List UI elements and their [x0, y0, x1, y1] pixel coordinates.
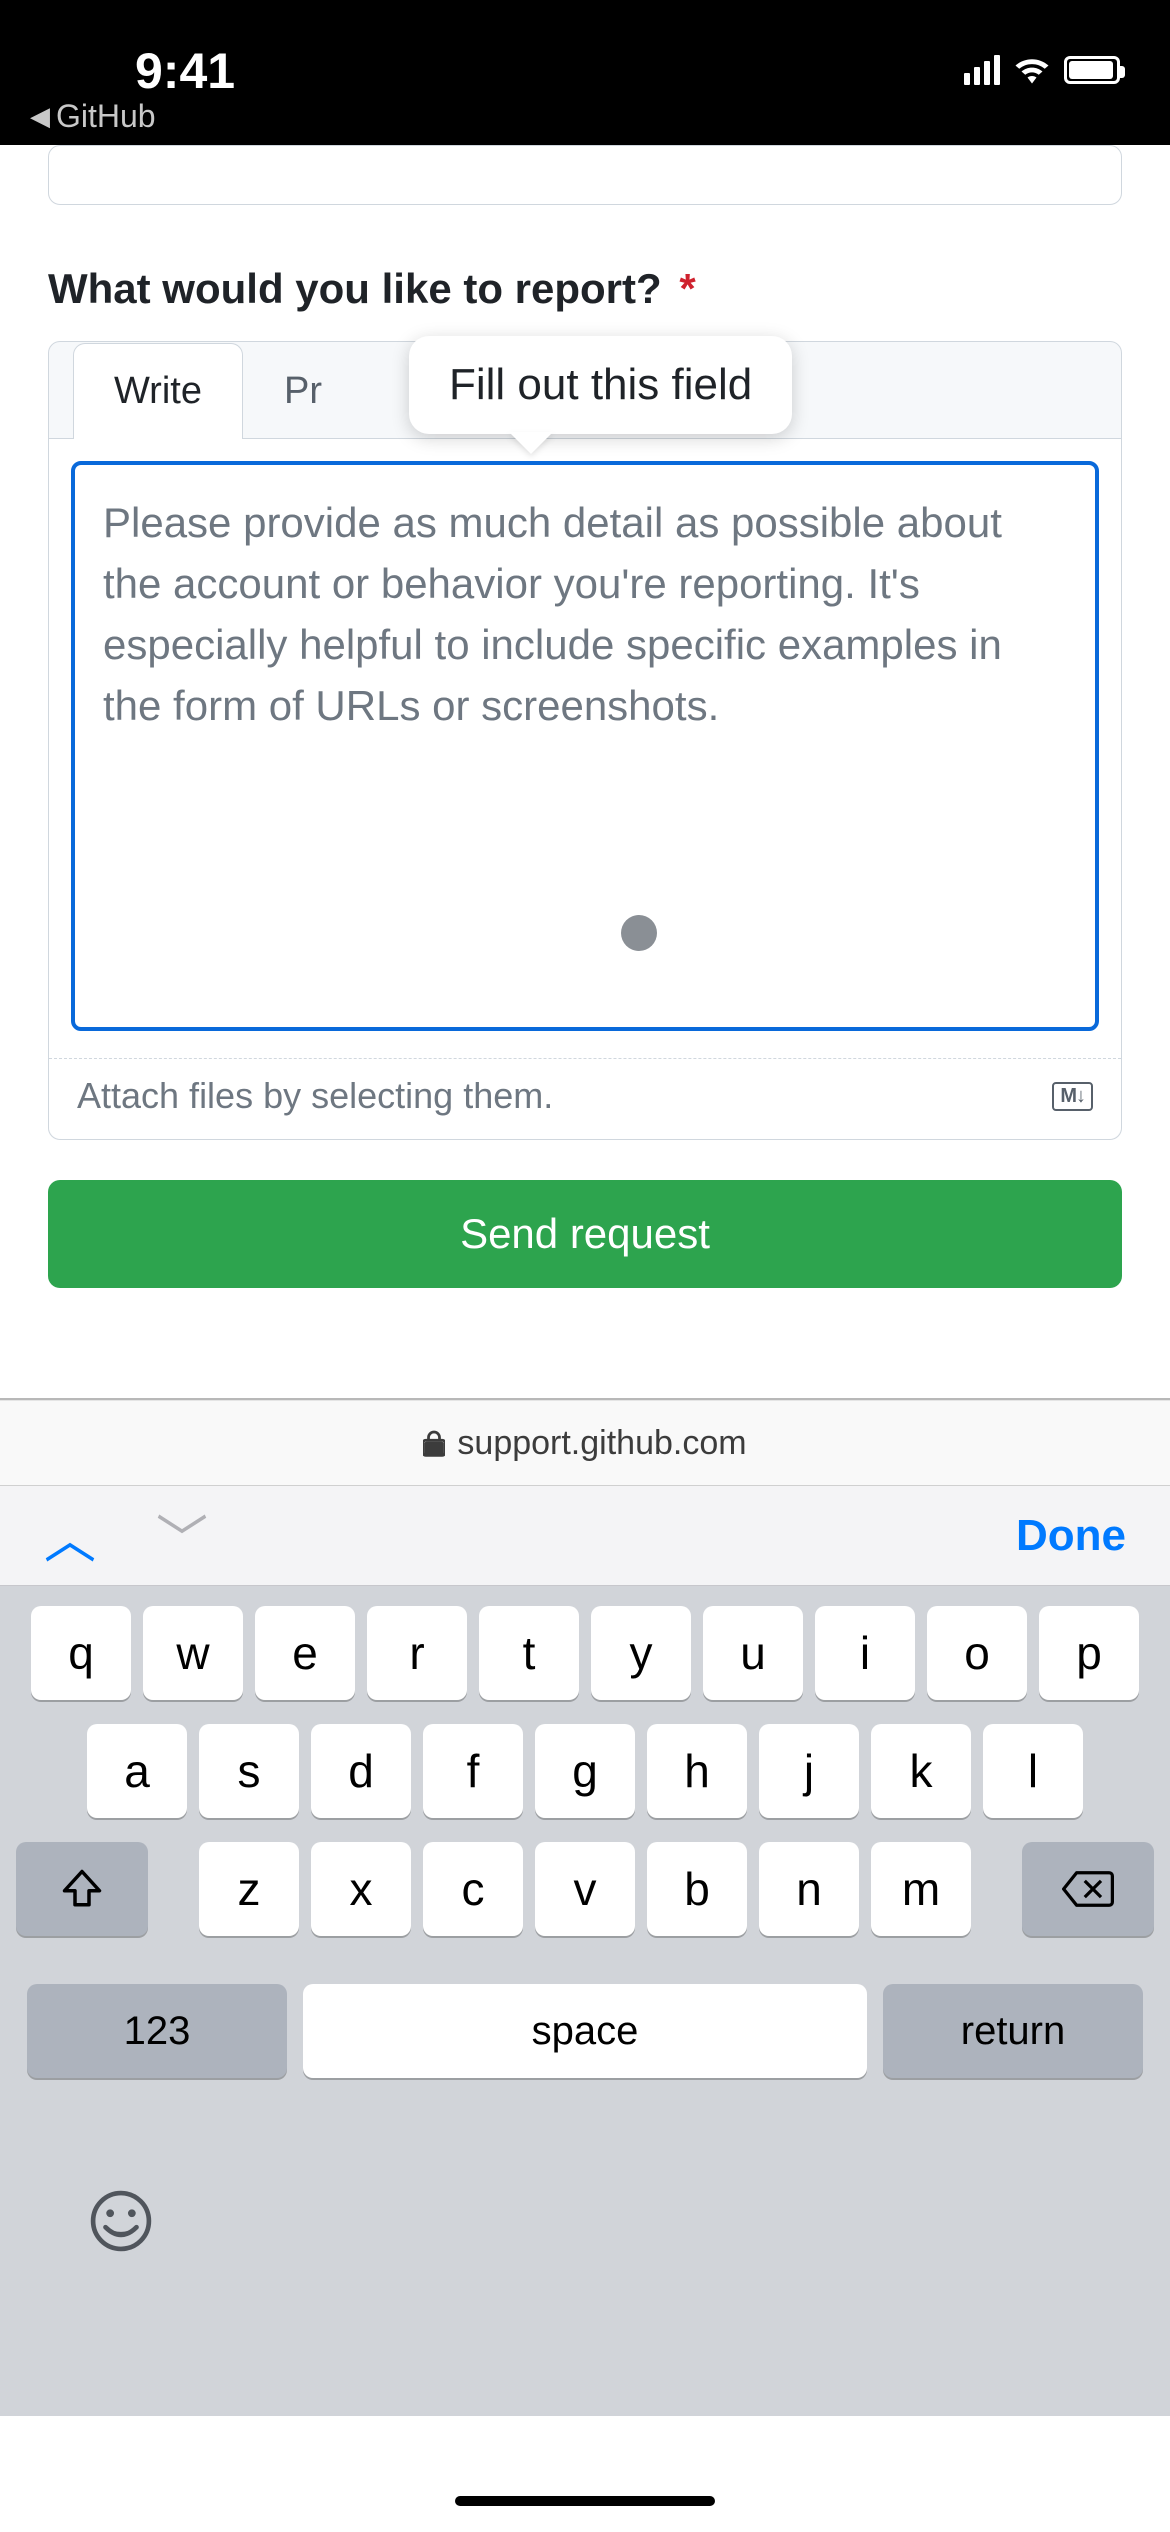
key-f[interactable]: f — [423, 1724, 523, 1818]
status-time: 9:41 — [135, 42, 235, 100]
page-domain: support.github.com — [457, 1424, 746, 1463]
report-textarea[interactable] — [71, 461, 1099, 1031]
key-m[interactable]: m — [871, 1842, 971, 1936]
soft-keyboard: qwertyuiop asdfghjkl zxcvbnm 123 space r… — [0, 1586, 1170, 2416]
key-r[interactable]: r — [367, 1606, 467, 1700]
backspace-icon — [1062, 1869, 1114, 1909]
key-p[interactable]: p — [1039, 1606, 1139, 1700]
emoji-icon — [90, 2190, 152, 2252]
tab-write[interactable]: Write — [73, 343, 243, 439]
key-c[interactable]: c — [423, 1842, 523, 1936]
back-chevron-icon: ◀ — [30, 101, 50, 132]
backspace-key[interactable] — [1022, 1842, 1154, 1936]
key-i[interactable]: i — [815, 1606, 915, 1700]
safari-chrome: support.github.com — [0, 1398, 1170, 1486]
address-bar[interactable]: support.github.com — [0, 1400, 1170, 1486]
battery-icon — [1064, 56, 1120, 84]
attach-bar[interactable]: Attach files by selecting them. M↓ — [49, 1058, 1121, 1139]
key-g[interactable]: g — [535, 1724, 635, 1818]
key-t[interactable]: t — [479, 1606, 579, 1700]
key-x[interactable]: x — [311, 1842, 411, 1936]
editor-tabs: Write Pr Fill out this field — [49, 342, 1121, 438]
validation-tooltip: Fill out this field — [409, 336, 792, 434]
numbers-key[interactable]: 123 — [27, 1984, 287, 2078]
key-q[interactable]: q — [31, 1606, 131, 1700]
emoji-key[interactable] — [90, 2190, 152, 2266]
key-d[interactable]: d — [311, 1724, 411, 1818]
next-field-button[interactable]: ﹀ — [156, 1498, 208, 1573]
key-j[interactable]: j — [759, 1724, 859, 1818]
cellular-signal-icon — [964, 55, 1000, 85]
lock-icon — [423, 1429, 445, 1457]
key-u[interactable]: u — [703, 1606, 803, 1700]
keyboard-accessory: ︿ ﹀ Done — [0, 1486, 1170, 1586]
status-icons — [964, 55, 1120, 85]
markdown-icon[interactable]: M↓ — [1052, 1082, 1093, 1111]
keyboard-row-2: asdfghjkl — [10, 1724, 1160, 1818]
space-key[interactable]: space — [303, 1984, 867, 2078]
touch-indicator-icon — [621, 915, 657, 951]
key-z[interactable]: z — [199, 1842, 299, 1936]
back-app-label: GitHub — [56, 98, 156, 135]
key-o[interactable]: o — [927, 1606, 1027, 1700]
textarea-container — [49, 438, 1121, 1058]
comment-editor: Write Pr Fill out this field Attach file… — [48, 341, 1122, 1140]
key-b[interactable]: b — [647, 1842, 747, 1936]
shift-icon — [61, 1868, 103, 1910]
attach-hint: Attach files by selecting them. — [77, 1075, 553, 1117]
key-y[interactable]: y — [591, 1606, 691, 1700]
key-e[interactable]: e — [255, 1606, 355, 1700]
return-key[interactable]: return — [883, 1984, 1143, 2078]
key-w[interactable]: w — [143, 1606, 243, 1700]
home-indicator[interactable] — [455, 2496, 715, 2506]
shift-key[interactable] — [16, 1842, 148, 1936]
tab-preview[interactable]: Pr — [243, 343, 363, 439]
keyboard-row-1: qwertyuiop — [10, 1606, 1160, 1700]
keyboard-row-bottom: 123 space return — [10, 1984, 1160, 2078]
key-l[interactable]: l — [983, 1724, 1083, 1818]
previous-field-box[interactable] — [48, 145, 1122, 205]
key-a[interactable]: a — [87, 1724, 187, 1818]
send-request-button[interactable]: Send request — [48, 1180, 1122, 1288]
key-v[interactable]: v — [535, 1842, 635, 1936]
key-s[interactable]: s — [199, 1724, 299, 1818]
key-n[interactable]: n — [759, 1842, 859, 1936]
key-h[interactable]: h — [647, 1724, 747, 1818]
key-k[interactable]: k — [871, 1724, 971, 1818]
required-indicator: * — [679, 265, 695, 312]
status-bar: 9:41 ◀ GitHub — [0, 0, 1170, 145]
back-to-app-button[interactable]: ◀ GitHub — [30, 98, 156, 135]
page-content: What would you like to report? * Write P… — [0, 145, 1170, 1288]
keyboard-done-button[interactable]: Done — [1016, 1511, 1126, 1561]
keyboard-row-3: zxcvbnm — [10, 1842, 1160, 1960]
prev-field-button[interactable]: ︿ — [44, 1498, 96, 1573]
wifi-icon — [1014, 56, 1050, 84]
field-label: What would you like to report? * — [48, 265, 1122, 313]
